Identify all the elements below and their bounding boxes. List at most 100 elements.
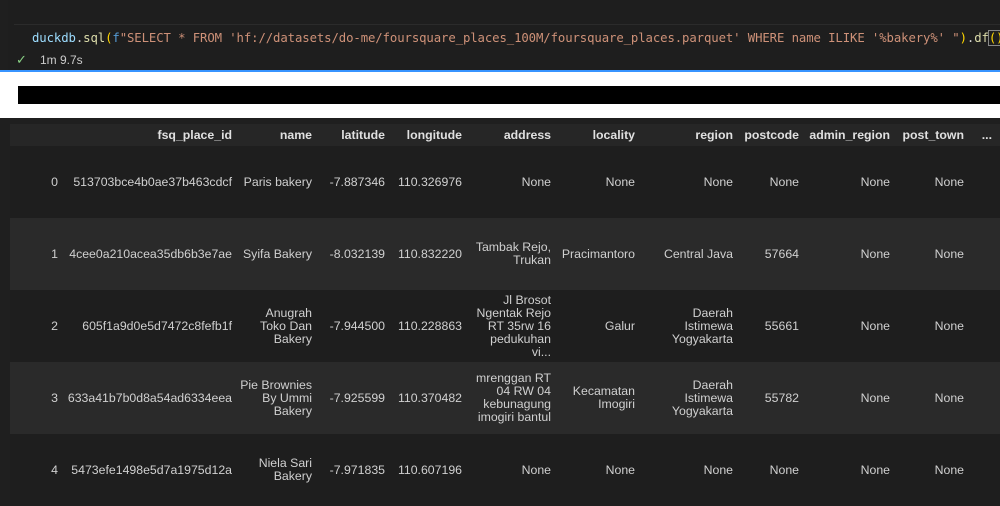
code-close-paren: )	[959, 31, 967, 45]
cell-line: None	[605, 462, 635, 477]
cell-value: 5473efe1498e5d7a1975d12a	[71, 462, 232, 477]
cell-address: mrenggan RT 04 RW 04 kebunagung imogiri ban…	[463, 362, 551, 434]
cell-gutter	[0, 0, 8, 70]
cell-latitude: -7.944500	[315, 290, 385, 362]
cell-value: 4cee0a210acea35db6b3e7ae	[69, 246, 232, 261]
cell-value: None	[860, 174, 890, 189]
cell-name: Pie Brownies By Ummi Bakery	[234, 362, 312, 434]
column-header: postcode	[744, 128, 799, 142]
cell-value: 55661	[764, 318, 799, 333]
row-index: 0	[51, 175, 58, 189]
cell-postcode: 55661	[739, 290, 799, 362]
cell-line: None	[703, 462, 733, 477]
row-index: 2	[51, 319, 58, 333]
cell-value: None	[934, 318, 964, 333]
cell-post-town: None	[894, 290, 964, 362]
column-header: latitude	[341, 128, 385, 142]
cell-post-town: None	[894, 146, 964, 218]
cell-name: Syifa Bakery	[234, 218, 312, 290]
cell-line: Trukan	[513, 253, 551, 267]
cell-value: 110.228863	[397, 318, 462, 333]
cell-name: Niela Sari Bakery	[234, 434, 312, 506]
cell-admin-region: None	[802, 362, 890, 434]
cell-value: None	[860, 462, 890, 477]
output-frame	[0, 70, 1000, 118]
cell-line: Anugrah	[265, 305, 313, 320]
cell-longitude: 110.326976	[388, 146, 462, 218]
cell-line: By Ummi	[262, 390, 312, 405]
cell-value: -7.925599	[329, 390, 385, 405]
code-editor[interactable]: duckdb.sql(f"SELECT * FROM 'hf://dataset…	[14, 24, 1000, 53]
cell-admin-region: None	[802, 146, 890, 218]
cell-value: 513703bce4b0ae37b463cdcf	[73, 174, 232, 189]
cell-post-town: None	[894, 218, 964, 290]
cell-latitude: -7.887346	[315, 146, 385, 218]
cell-region: None	[638, 146, 733, 218]
column-header: ...	[981, 128, 992, 142]
cell-line: Galur	[604, 318, 635, 333]
cell-region: None	[638, 434, 733, 506]
cell-locality: None	[553, 146, 635, 218]
check-icon: ✓	[16, 52, 27, 67]
cell-line: Yogyakarta	[671, 331, 733, 346]
cell-value: -7.944500	[329, 318, 385, 333]
cell-name: Anugrah Toko Dan Bakery	[234, 290, 312, 362]
row-index: 3	[51, 391, 58, 405]
cell-value: None	[860, 318, 890, 333]
cell-line: Bakery	[273, 331, 312, 346]
column-header: region	[695, 128, 733, 142]
cell-locality: Galur	[553, 290, 635, 362]
cell-fsq-place-id: 513703bce4b0ae37b463cdcf	[72, 146, 232, 218]
cell-value: 110.326976	[397, 174, 462, 189]
cell-line: Toko Dan	[260, 318, 312, 333]
cell-latitude: -8.032139	[315, 218, 385, 290]
cell-line: Ngentak Rejo	[476, 305, 551, 320]
cell-value: 57664	[764, 246, 799, 261]
cell-value: None	[860, 390, 890, 405]
cell-locality: Pracimantoro	[553, 218, 635, 290]
cell-line: None	[703, 174, 733, 189]
table-row: 0 513703bce4b0ae37b463cdcf Paris bakery -7.…	[10, 146, 1000, 218]
cell-admin-region: None	[802, 218, 890, 290]
dataframe-table: fsq_place_id name latitude longitude address…	[10, 124, 1000, 500]
column-header: locality	[592, 128, 635, 142]
cell-postcode: None	[739, 434, 799, 506]
cell-address: None	[463, 146, 551, 218]
cell-post-town: None	[894, 434, 964, 506]
cell-line: imogiri bantul	[477, 410, 551, 424]
cell-admin-region: None	[802, 290, 890, 362]
cell-line: Imogiri	[598, 397, 635, 411]
cell-admin-region: None	[802, 434, 890, 506]
code-line[interactable]: duckdb.sql(f"SELECT * FROM 'hf://dataset…	[32, 30, 1000, 46]
redacted-output	[18, 86, 1000, 104]
row-index: 1	[51, 247, 58, 261]
cell-longitude: 110.832220	[388, 218, 462, 290]
cell-longitude: 110.370482	[388, 362, 462, 434]
cell-line: None	[521, 174, 551, 189]
code-fstring-prefix: f	[112, 31, 120, 45]
cell-address: Jl Brosot Ngentak Rejo RT 35rw 16 pedukuhan…	[463, 290, 551, 362]
cell-locality: Kecamatan Imogiri	[553, 362, 635, 434]
cell-value: None	[934, 246, 964, 261]
cell-line: Istimewa	[684, 318, 733, 333]
cell-value: -7.887346	[329, 174, 385, 189]
cell-fsq-place-id: 605f1a9d0e5d7472c8fefb1f	[72, 290, 232, 362]
cell-value: 605f1a9d0e5d7472c8fefb1f	[82, 318, 232, 333]
cell-value: 633a41b7b0d8a54ad6334eea	[67, 390, 232, 405]
cell-line: Bakery	[273, 403, 312, 418]
cell-fsq-place-id: 633a41b7b0d8a54ad6334eea	[68, 362, 232, 434]
cell-line: Syifa Bakery	[242, 246, 312, 261]
cell-address: None	[463, 434, 551, 506]
table-row: 3 633a41b7b0d8a54ad6334eea Pie Brownies By …	[10, 362, 1000, 434]
cell-value: None	[860, 246, 890, 261]
cell-value: None	[934, 462, 964, 477]
execution-status: ✓ 1m 9.7s	[16, 52, 83, 68]
cell-value: -7.971835	[329, 462, 385, 477]
cell-postcode: None	[739, 146, 799, 218]
code-cell[interactable]: duckdb.sql(f"SELECT * FROM 'hf://dataset…	[0, 0, 1000, 70]
code-method: sql	[83, 31, 106, 45]
cell-latitude: -7.925599	[315, 362, 385, 434]
table-header: fsq_place_id name latitude longitude address…	[10, 124, 1000, 146]
cell-region: Central Java	[638, 218, 733, 290]
cell-value: None	[934, 174, 964, 189]
